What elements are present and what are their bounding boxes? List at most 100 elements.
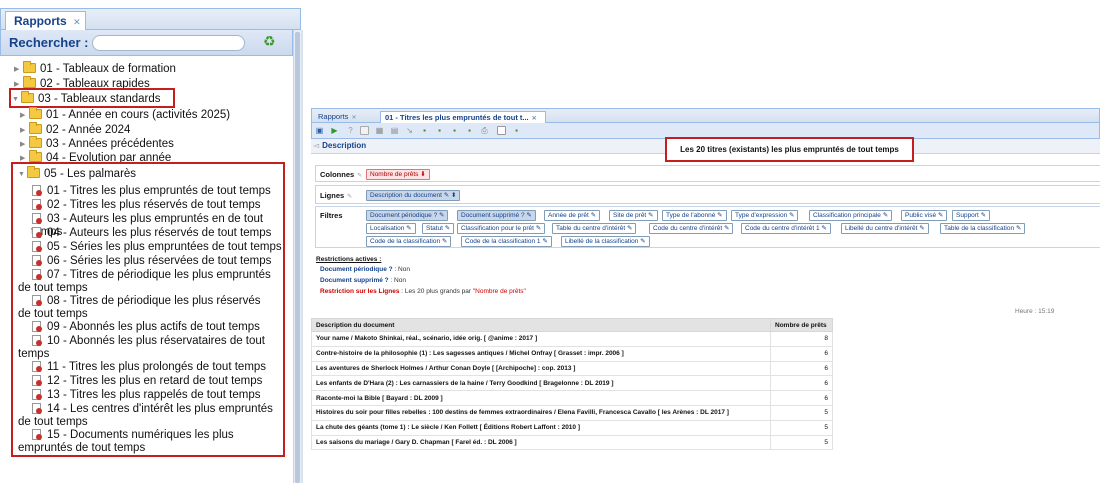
filter-chip[interactable]: Libellé du centre d'intérêt ✎ <box>841 223 929 234</box>
column-chip-nombre-prets[interactable]: Nombre de prêts ⬇ <box>366 169 430 180</box>
table-icon[interactable]: ▤ <box>390 126 399 135</box>
report-item-01[interactable]: 01 - Titres les plus empruntés de tout t… <box>31 185 283 198</box>
report-item-09[interactable]: 09 - Abonnés les plus actifs de tout tem… <box>31 321 283 334</box>
filter-chip[interactable]: Type de l'abonné ✎ <box>662 210 727 221</box>
page-icon[interactable] <box>360 126 369 135</box>
filtres-row: Filtres Document périodique ? ✎ Document… <box>315 206 1100 248</box>
print-icon[interactable]: ⎙ <box>480 126 489 135</box>
report-item-14[interactable]: 14 - Les centres d'intérêt les plus empr… <box>18 403 273 429</box>
tree-folder-palmares[interactable]: ▼ 05 - Les palmarès <box>18 166 136 181</box>
filter-chip[interactable]: Code du centre d'intérêt 1 ✎ <box>741 223 831 234</box>
settings-icon[interactable]: ✎ <box>357 173 362 179</box>
refresh-report-icon[interactable]: ▪ <box>512 126 521 135</box>
search-label: Rechercher : <box>9 35 89 50</box>
excel-icon[interactable]: ▪ <box>435 126 444 135</box>
collapse-arrow-icon[interactable]: ▼ <box>18 168 27 181</box>
tree-folder-annees-precedentes[interactable]: ▶ 03 - Années précédentes <box>20 136 174 151</box>
table-row: Les saisons du mariage / Gary D. Chapman… <box>311 434 833 451</box>
time-value: 15:19 <box>1038 308 1055 315</box>
vertical-scrollbar[interactable] <box>293 30 301 483</box>
filter-chip[interactable]: Table de la classification ✎ <box>940 223 1026 234</box>
report-item-05[interactable]: 05 - Séries les plus empruntées de tout … <box>31 241 283 254</box>
table-row: Les enfants de D'Hara (2) : Les carnassi… <box>311 375 833 392</box>
filter-chip[interactable]: Année de prêt ✎ <box>544 210 601 221</box>
tab-label: Rapports <box>318 112 349 121</box>
help-icon[interactable]: ? <box>346 126 355 135</box>
chip-label: Table de la classification <box>944 225 1015 232</box>
filter-chip[interactable]: Code du centre d'intérêt ✎ <box>649 223 734 234</box>
settings-icon[interactable]: ✎ <box>347 194 352 200</box>
report-label: 10 - Abonnés les plus réservataires de t… <box>18 335 265 360</box>
folder-open-icon <box>27 166 40 178</box>
refresh-icon[interactable]: ♻ <box>263 33 276 50</box>
filter-chip[interactable]: Document périodique ? ✎ <box>366 210 449 221</box>
report-item-06[interactable]: 06 - Séries les plus réservées de tout t… <box>31 255 283 268</box>
report-item-13[interactable]: 13 - Titres les plus rappelés de tout te… <box>31 389 283 402</box>
tab-label: 01 - Titres les plus empruntés de tout t… <box>385 113 529 122</box>
row-chip-description[interactable]: Description du document ✎ ⬍ <box>366 190 461 201</box>
restriction-item: Restriction sur les Lignes : Les 20 plus… <box>320 288 526 295</box>
report-item-12[interactable]: 12 - Titres les plus en retard de tout t… <box>31 375 283 388</box>
filter-chip[interactable]: Support ✎ <box>952 210 991 221</box>
report-label: 12 - Titres les plus en retard de tout t… <box>47 375 263 387</box>
tree-folder-annee-2024[interactable]: ▶ 02 - Année 2024 <box>20 122 130 137</box>
filter-chip[interactable]: Statut ✎ <box>422 223 455 234</box>
tree-folder-tableaux-formation[interactable]: ▶ 01 - Tableaux de formation <box>14 61 176 76</box>
report-item-08[interactable]: 08 - Titres de périodique les plus réser… <box>18 295 273 321</box>
report-item-02[interactable]: 02 - Titres les plus réservés de tout te… <box>31 199 283 212</box>
save-icon[interactable]: ▣ <box>315 126 324 135</box>
report-item-04[interactable]: 04 - Auteurs les plus réservés de tout t… <box>31 227 283 240</box>
result-table: Description du document Nombre de prêts … <box>311 318 833 451</box>
csv-icon[interactable]: ▪ <box>450 126 459 135</box>
filter-chip[interactable]: Code de la classification 1 ✎ <box>461 236 552 247</box>
layout-icon[interactable] <box>497 126 506 135</box>
pdf-icon[interactable]: ▪ <box>465 126 474 135</box>
report-item-07[interactable]: 07 - Titres de périodique les plus empru… <box>18 269 273 295</box>
chip-label: Document périodique ? <box>370 212 438 219</box>
grid-icon[interactable]: ▦ <box>375 126 384 135</box>
left-tab-bar: Rapports ✕ <box>0 8 301 31</box>
run-icon[interactable]: ▶ <box>330 126 339 135</box>
report-icon <box>32 213 42 224</box>
search-input[interactable] <box>92 35 245 51</box>
report-item-15[interactable]: 15 - Documents numériques les plus empru… <box>18 429 273 455</box>
expand-arrow-icon[interactable]: ▶ <box>14 63 23 76</box>
expand-arrow-icon[interactable]: ▶ <box>20 138 29 151</box>
close-icon[interactable]: ✕ <box>73 13 81 31</box>
export-icon[interactable]: ▪ <box>420 126 429 135</box>
filter-chip[interactable]: Public visé ✎ <box>901 210 948 221</box>
scrollbar-thumb[interactable] <box>295 32 300 483</box>
filter-chip[interactable]: Libellé de la classification ✎ <box>561 236 650 247</box>
cell-description: Les enfants de D'Hara (2) : Les carnassi… <box>311 375 771 392</box>
report-icon <box>32 335 42 346</box>
report-icon <box>32 403 42 414</box>
report-item-11[interactable]: 11 - Titres les plus prolongés de tout t… <box>31 361 283 374</box>
column-header-description[interactable]: Description du document <box>311 318 771 332</box>
filter-chip[interactable]: Document supprimé ? ✎ <box>457 210 536 221</box>
chart-icon[interactable]: ↘ <box>405 126 414 135</box>
description-toggle[interactable]: ◅ Description <box>313 141 366 150</box>
tab-rapports[interactable]: Rapports ✕ <box>5 11 86 31</box>
lignes-label-text: Lignes <box>320 191 345 200</box>
report-icon <box>32 429 42 440</box>
filter-chip[interactable]: Table du centre d'intérêt ✎ <box>552 223 637 234</box>
folder-icon <box>29 122 42 134</box>
panel-splitter[interactable] <box>301 30 303 483</box>
report-label: 08 - Titres de périodique les plus réser… <box>18 295 261 320</box>
expand-arrow-icon[interactable]: ▶ <box>20 109 29 122</box>
filter-chip[interactable]: Classification principale ✎ <box>809 210 893 221</box>
filter-chip[interactable]: Type d'expression ✎ <box>731 210 799 221</box>
filter-chip[interactable]: Classification pour le prêt ✎ <box>457 223 546 234</box>
report-item-10[interactable]: 10 - Abonnés les plus réservataires de t… <box>18 335 273 361</box>
tree-folder-annee-en-cours[interactable]: ▶ 01 - Année en cours (activités 2025) <box>20 107 230 122</box>
filter-chip[interactable]: Site de prêt ✎ <box>609 210 658 221</box>
chip-label: Site de prêt <box>613 212 647 219</box>
filter-chip[interactable]: Code de la classification ✎ <box>366 236 452 247</box>
close-icon[interactable]: ✕ <box>351 115 356 121</box>
table-row: Your name / Makoto Shinkai, réal., scéna… <box>311 331 833 347</box>
column-header-nombre-prets[interactable]: Nombre de prêts <box>770 318 833 332</box>
expand-arrow-icon[interactable]: ▶ <box>20 124 29 137</box>
close-icon[interactable]: ✕ <box>532 116 537 122</box>
table-header-row: Description du document Nombre de prêts <box>311 318 833 332</box>
filter-chip[interactable]: Localisation ✎ <box>366 223 416 234</box>
